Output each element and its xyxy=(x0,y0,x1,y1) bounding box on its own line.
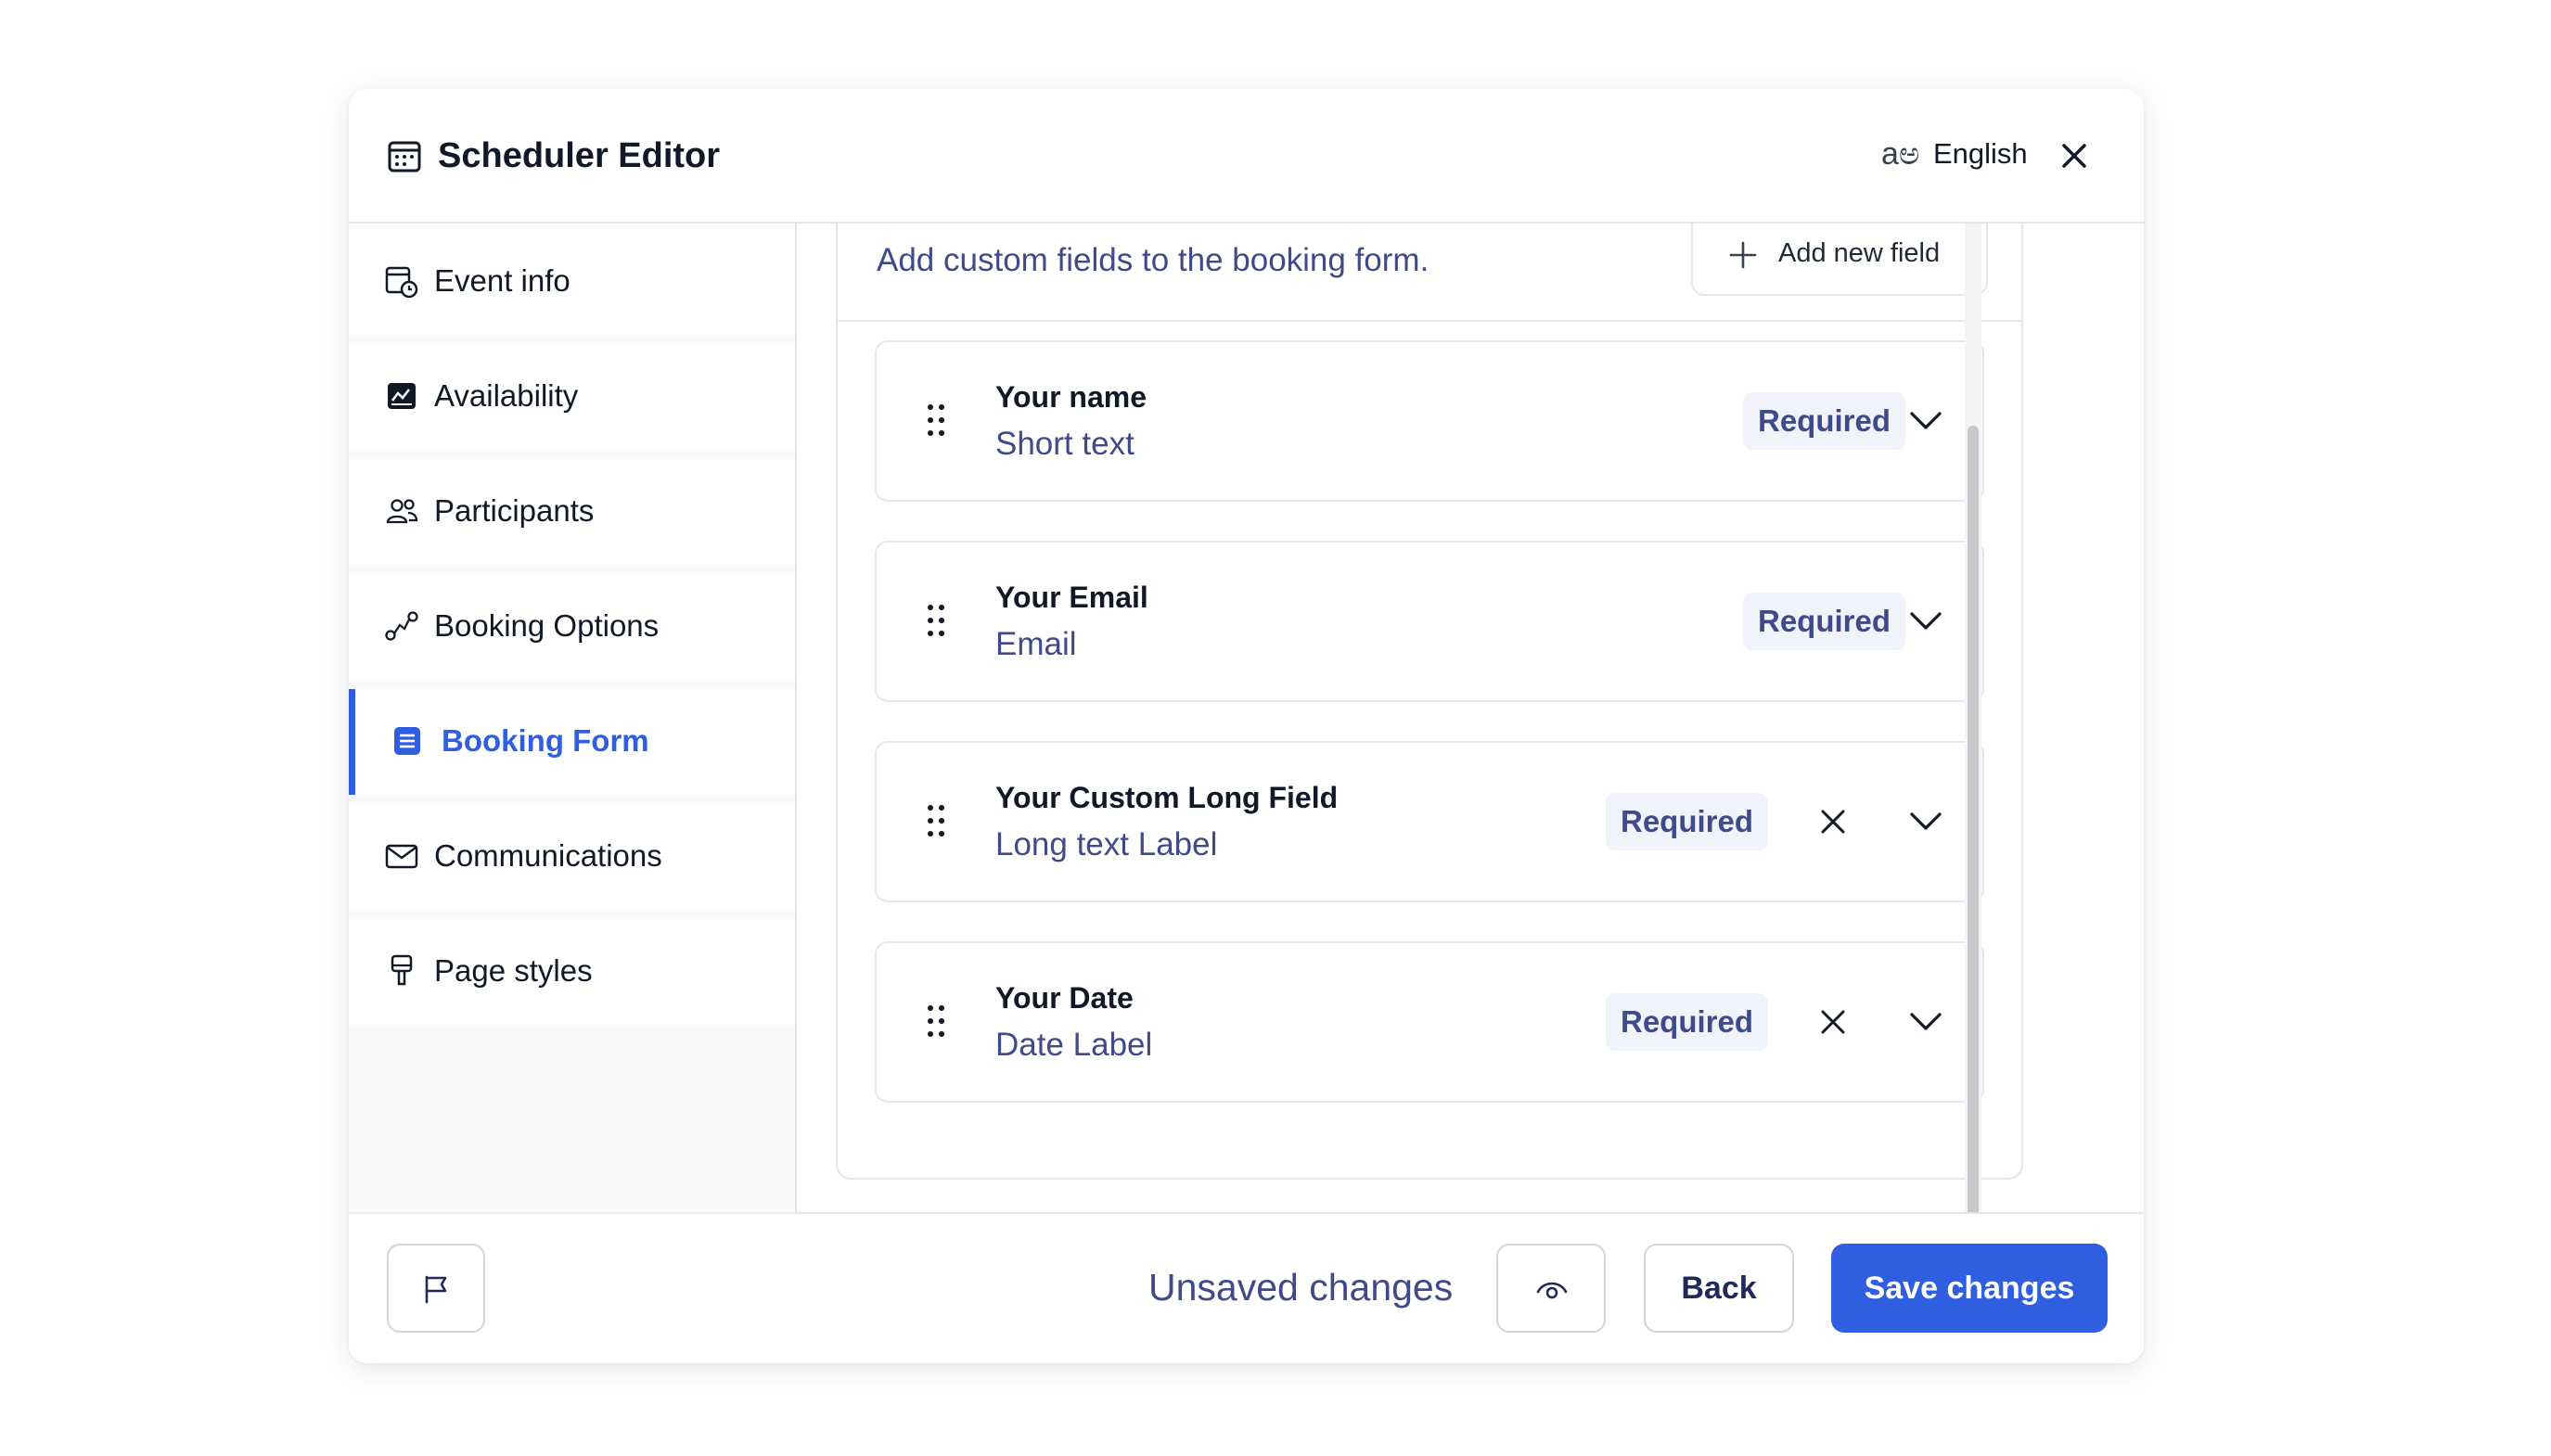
translate-icon[interactable]: aಅ xyxy=(1881,135,1919,172)
chevron-down-icon[interactable] xyxy=(1908,409,1943,433)
sidebar-item-availability[interactable]: Availability xyxy=(349,344,795,450)
custom-fields-card: Add custom fields to the booking form. A… xyxy=(836,224,2023,1180)
form-field-your-name[interactable]: Your name Short text Required xyxy=(875,340,1984,502)
mail-icon xyxy=(385,844,418,869)
field-name: Your Email xyxy=(995,581,1148,614)
calendar-icon xyxy=(388,141,421,172)
field-type: Email xyxy=(995,626,1077,662)
preview-button[interactable] xyxy=(1496,1244,1606,1333)
sidebar-item-booking-options[interactable]: Booking Options xyxy=(349,574,795,680)
remove-field-icon[interactable] xyxy=(1817,1006,1849,1038)
drag-handle-icon[interactable] xyxy=(925,802,947,839)
chevron-down-icon[interactable] xyxy=(1908,1010,1943,1034)
form-field-your-date[interactable]: Your Date Date Label Required xyxy=(875,941,1984,1103)
sidebar-item-booking-form[interactable]: Booking Form xyxy=(349,689,795,795)
save-changes-button[interactable]: Save changes xyxy=(1831,1244,2108,1333)
required-badge: Required xyxy=(1743,392,1906,450)
paintbrush-icon xyxy=(391,954,413,986)
chevron-down-icon[interactable] xyxy=(1908,810,1943,834)
scheduler-editor-modal: Scheduler Editor aಅ English Event info A… xyxy=(349,89,2144,1363)
scrollbar-thumb[interactable] xyxy=(1968,426,1979,1292)
add-new-field-button[interactable]: Add new field xyxy=(1691,224,1988,296)
section-description: Add custom fields to the booking form. xyxy=(877,242,1429,278)
add-new-field-label: Add new field xyxy=(1778,238,1941,268)
sidebar: Event info Availability Participants Boo… xyxy=(349,224,797,1212)
drag-handle-icon[interactable] xyxy=(925,602,947,639)
sidebar-item-label: Page styles xyxy=(434,953,593,988)
required-badge: Required xyxy=(1606,993,1769,1051)
field-type: Long text Label xyxy=(995,826,1218,862)
field-name: Your name xyxy=(995,380,1147,414)
field-type: Date Label xyxy=(995,1027,1153,1063)
required-badge: Required xyxy=(1743,593,1906,650)
document-icon xyxy=(394,727,420,755)
sidebar-item-event-info[interactable]: Event info xyxy=(349,229,795,335)
sidebar-item-label: Booking Options xyxy=(434,608,660,643)
field-type: Short text xyxy=(995,426,1134,462)
form-field-your-email[interactable]: Your Email Email Required xyxy=(875,541,1984,702)
sidebar-item-label: Availability xyxy=(434,378,579,413)
sidebar-item-label: Event info xyxy=(434,263,570,298)
flag-icon xyxy=(425,1275,447,1304)
unsaved-changes-status: Unsaved changes xyxy=(1148,1266,1454,1309)
remove-field-icon[interactable] xyxy=(1817,806,1849,837)
sidebar-item-participants[interactable]: Participants xyxy=(349,459,795,565)
chevron-down-icon[interactable] xyxy=(1908,609,1943,633)
drag-handle-icon[interactable] xyxy=(925,402,947,439)
sidebar-item-label: Participants xyxy=(434,493,595,528)
form-field-your-custom-long-field[interactable]: Your Custom Long Field Long text Label R… xyxy=(875,741,1984,902)
sidebar-item-label: Communications xyxy=(434,838,662,873)
required-badge: Required xyxy=(1606,793,1769,850)
drag-handle-icon[interactable] xyxy=(925,1003,947,1040)
plus-icon xyxy=(1729,241,1757,269)
calendar-clock-icon xyxy=(385,266,418,299)
divider xyxy=(838,320,2021,322)
modal-header: Scheduler Editor aಅ English xyxy=(349,89,2144,224)
booking-form-panel: Add custom fields to the booking form. A… xyxy=(799,224,2144,1212)
users-icon xyxy=(386,499,418,524)
modal-footer: Unsaved changes Back Save changes xyxy=(349,1212,2144,1363)
back-button[interactable]: Back xyxy=(1644,1244,1794,1333)
sidebar-item-label: Booking Form xyxy=(442,723,649,758)
language-selector[interactable]: English xyxy=(1933,134,2028,174)
close-icon[interactable] xyxy=(2056,137,2093,174)
availability-icon xyxy=(388,383,416,409)
sidebar-item-communications[interactable]: Communications xyxy=(349,804,795,910)
report-button[interactable] xyxy=(387,1244,485,1333)
sidebar-item-page-styles[interactable]: Page styles xyxy=(349,919,795,1025)
route-icon xyxy=(385,611,418,641)
eye-icon xyxy=(1536,1282,1568,1299)
field-name: Your Date xyxy=(995,981,1134,1015)
page-title: Scheduler Editor xyxy=(438,136,721,175)
field-name: Your Custom Long Field xyxy=(995,781,1339,814)
